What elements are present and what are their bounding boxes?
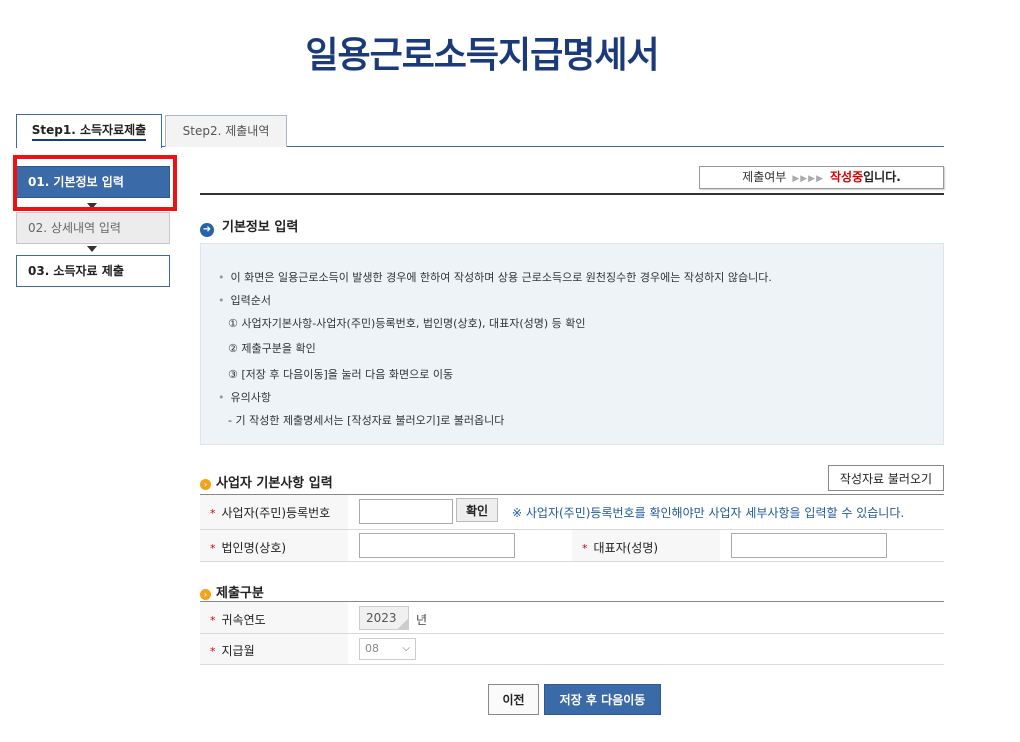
confirm-button[interactable]: 확인	[456, 498, 498, 522]
status-suffix: 입니다.	[863, 170, 901, 184]
year-label: * 귀속연도	[210, 613, 266, 627]
info-line: ① 사업자기본사항-사업자(주민)등록번호, 법인명(상호), 대표자(성명) …	[228, 317, 586, 330]
basic-info-heading-text: 기본정보 입력	[222, 220, 299, 235]
status-arrows: ▶▶▶▶	[792, 174, 825, 184]
status-value: 작성중	[830, 170, 864, 184]
reg-no-note: ※ 사업자(주민)등록번호를 확인해야만 사업자 세부사항을 입력할 수 있습니…	[512, 506, 905, 520]
prev-button[interactable]: 이전	[488, 684, 539, 715]
tab-step1-label: Step1. 소득자료제출	[31, 123, 147, 141]
info-line: ③ [저장 후 다음이동]을 눌러 다음 화면으로 이동	[228, 368, 454, 381]
tab-step1[interactable]: Step1. 소득자료제출	[16, 114, 162, 148]
arrow-right-circle-icon: ➜	[200, 223, 214, 237]
arrow-right-circle-icon: ›	[200, 589, 211, 600]
row-divider	[200, 664, 944, 665]
info-line: • 유의사항	[218, 391, 271, 404]
info-line: ② 제출구분을 확인	[228, 342, 316, 355]
month-value: 08	[365, 642, 379, 655]
corp-name-label: * 법인명(상호)	[210, 541, 287, 555]
row-divider	[200, 561, 944, 562]
submission-heading: › 제출구분	[200, 582, 264, 601]
year-field: 2023	[359, 606, 409, 630]
page-title: 일용근로소득지급명세서	[305, 35, 659, 76]
reg-no-input[interactable]	[359, 499, 453, 524]
step-arrow-icon	[87, 246, 97, 252]
submission-heading-text: 제출구분	[216, 586, 264, 601]
chevron-down-icon: ⌵	[402, 643, 410, 654]
tab-bar: Step1. 소득자료제출 Step2. 제출내역	[16, 114, 944, 148]
corp-name-input[interactable]	[359, 533, 515, 558]
rep-input[interactable]	[731, 533, 887, 558]
business-heading-text: 사업자 기본사항 입력	[216, 476, 333, 491]
tab-step2[interactable]: Step2. 제출내역	[165, 115, 287, 147]
status-label: 제출여부	[742, 170, 787, 184]
info-line: - 기 작성한 제출명세서는 [작성자료 불러오기]로 불러옵니다	[228, 414, 505, 427]
year-unit: 년	[416, 613, 428, 627]
month-label: * 지급월	[210, 644, 255, 658]
info-line: • 이 화면은 일용근로소득이 발생한 경우에 한하여 작성하며 상용 근로소득으…	[218, 271, 772, 284]
step-submit[interactable]: 03. 소득자료 제출	[16, 255, 170, 287]
info-line: • 입력순서	[218, 294, 271, 307]
submission-status: 제출여부 ▶▶▶▶ 작성중입니다.	[699, 166, 944, 189]
row-divider	[200, 633, 944, 634]
divider	[200, 193, 944, 195]
basic-info-heading: ➜ 기본정보 입력	[200, 216, 298, 237]
save-next-button[interactable]: 저장 후 다음이동	[544, 684, 661, 715]
reg-no-label: * 사업자(주민)등록번호	[210, 506, 331, 520]
business-heading: › 사업자 기본사항 입력	[200, 472, 333, 491]
highlight-box	[13, 155, 177, 211]
step-detail-input[interactable]: 02. 상세내역 입력	[16, 212, 170, 244]
rep-label: * 대표자(성명)	[582, 541, 659, 555]
row-divider	[200, 529, 944, 530]
load-saved-data-button[interactable]: 작성자료 불러오기	[828, 465, 944, 491]
arrow-right-circle-icon: ›	[200, 479, 211, 490]
month-select[interactable]: 08 ⌵	[359, 638, 416, 660]
